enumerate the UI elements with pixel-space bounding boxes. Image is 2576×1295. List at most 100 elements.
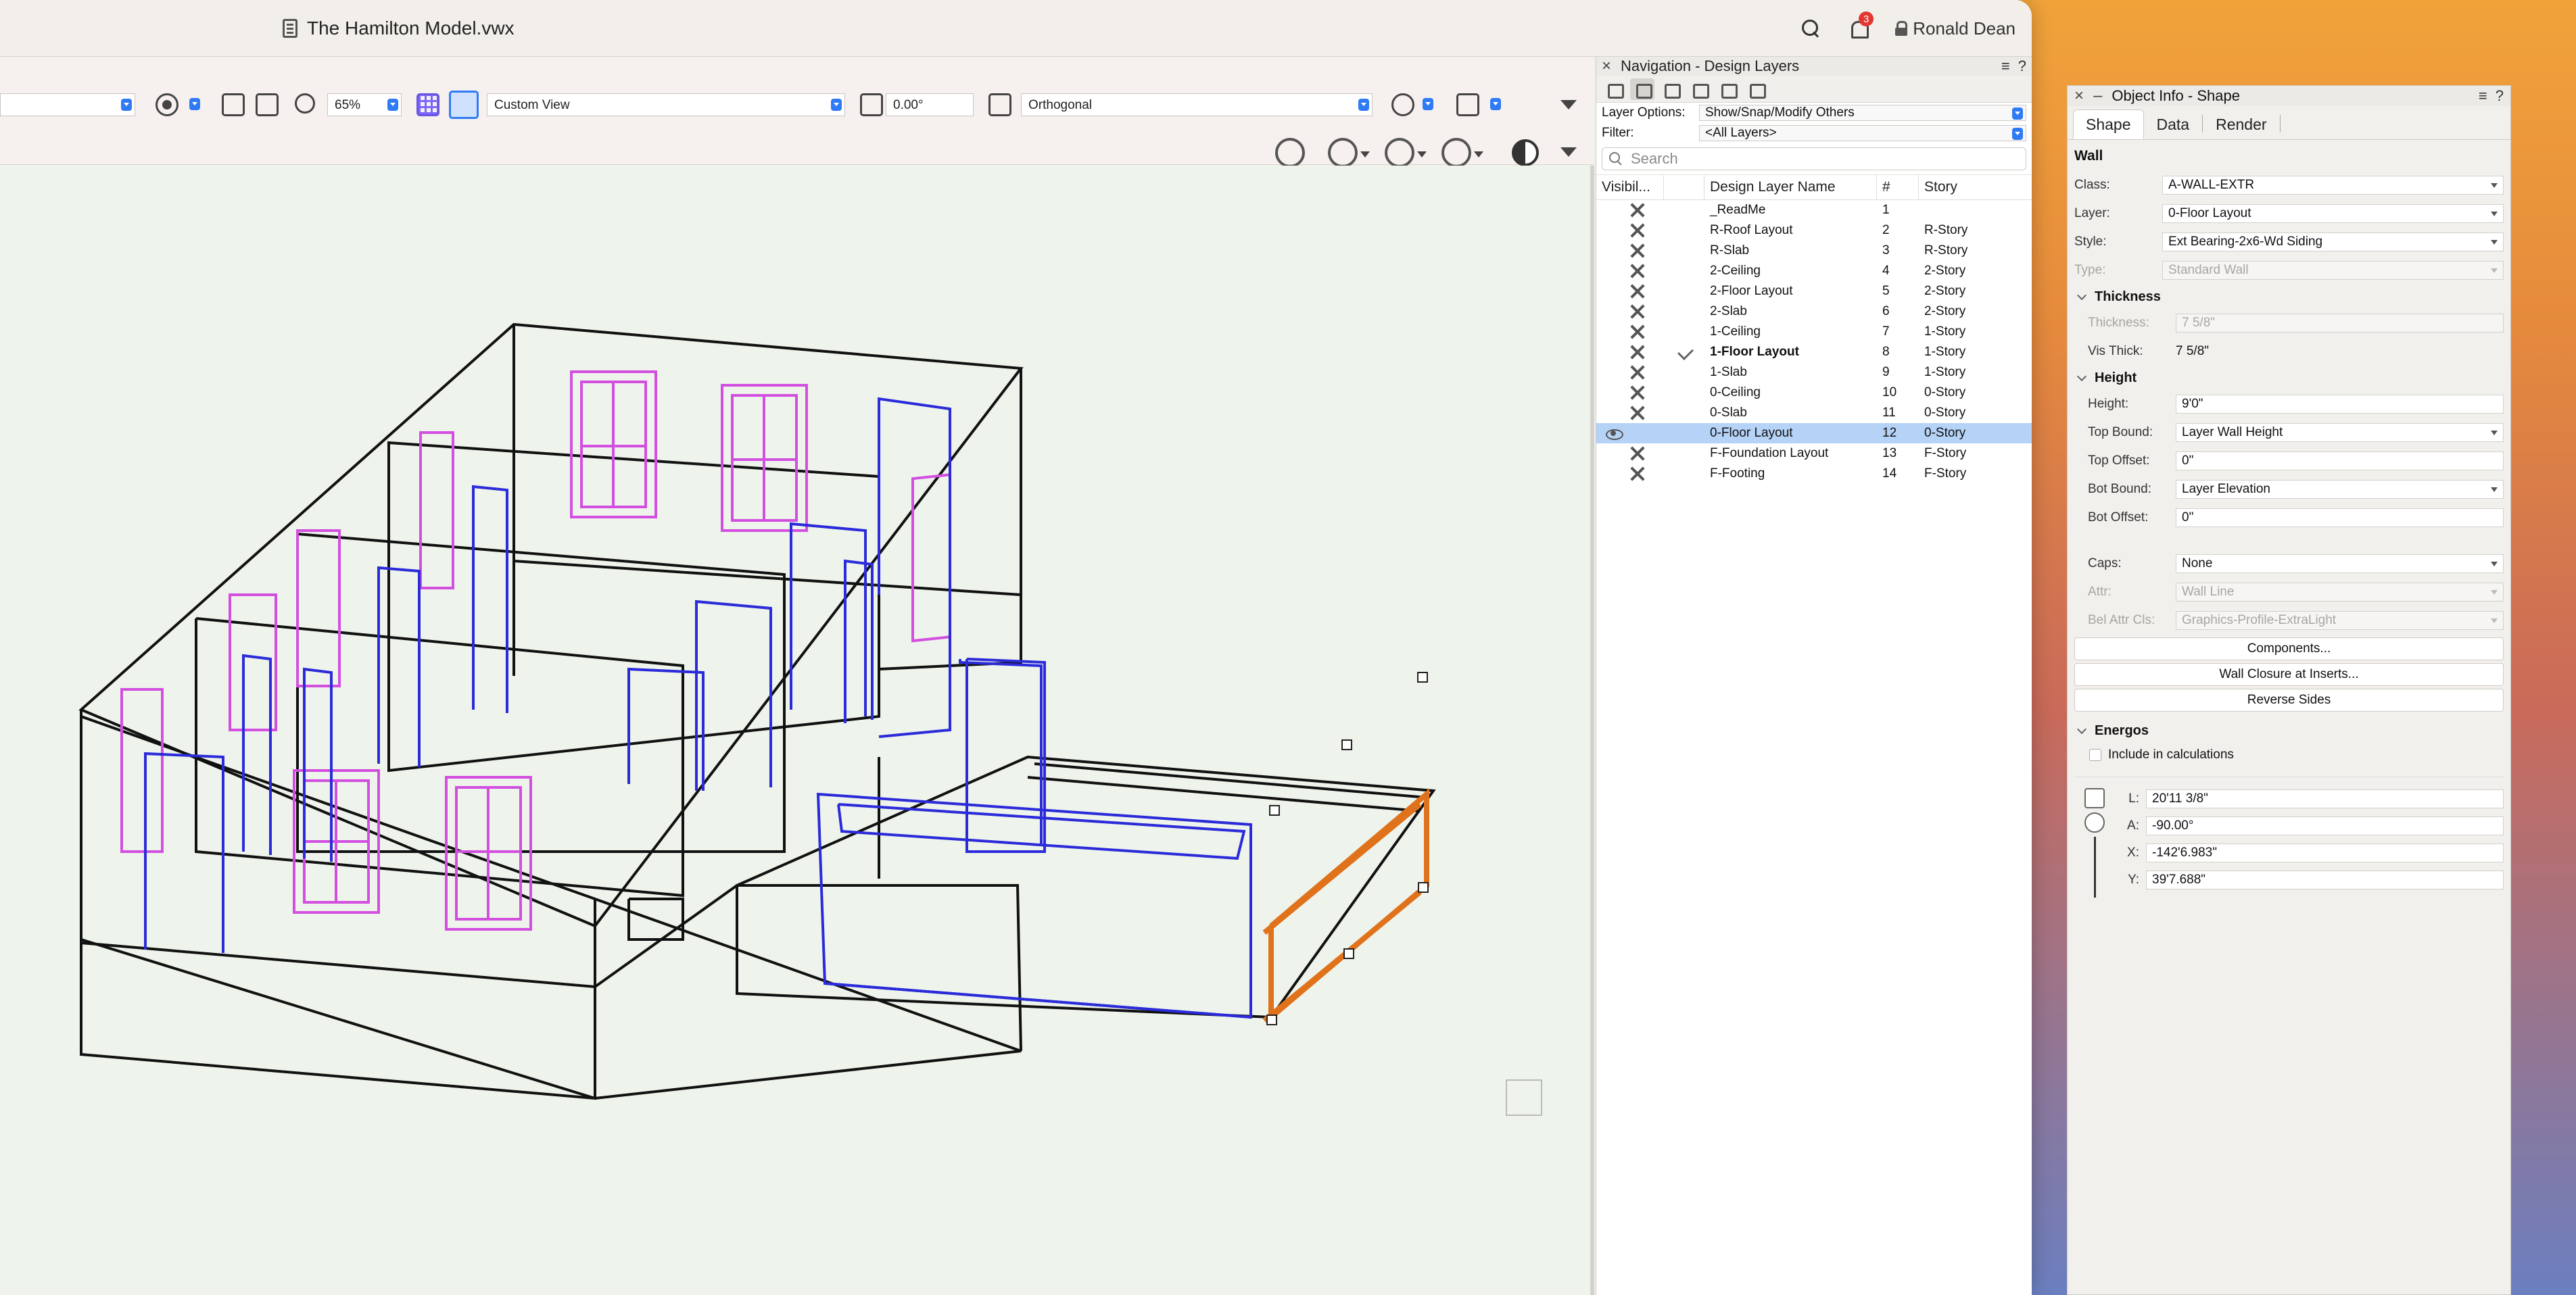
collapse-icon[interactable]: – bbox=[2093, 87, 2102, 105]
bot-offset-field[interactable]: 0" bbox=[2176, 508, 2504, 527]
selected-wall[interactable] bbox=[1262, 788, 1429, 1023]
style-select[interactable]: Ext Bearing-2x6-Wd Siding bbox=[2162, 233, 2504, 251]
visibility-eye-icon[interactable] bbox=[156, 93, 178, 116]
invisible-toggle-icon[interactable] bbox=[1630, 223, 1645, 238]
center-point-icon[interactable] bbox=[2084, 812, 2105, 833]
energos-section[interactable]: Energos bbox=[2074, 718, 2504, 743]
layer-row[interactable]: R-Slab 3 R-Story bbox=[1596, 241, 2032, 261]
rotate-view-icon[interactable] bbox=[860, 93, 883, 116]
close-icon[interactable]: × bbox=[1602, 57, 1611, 76]
zoom-icon[interactable] bbox=[295, 93, 315, 114]
projection-icon[interactable] bbox=[988, 93, 1011, 116]
height-field[interactable]: 9'0" bbox=[2176, 395, 2504, 414]
view-cube-placeholder[interactable] bbox=[1506, 1079, 1542, 1116]
reference-point-icon[interactable] bbox=[2084, 788, 2105, 808]
wall-closure-button[interactable]: Wall Closure at Inserts... bbox=[2074, 663, 2504, 686]
invisible-toggle-icon[interactable] bbox=[1630, 385, 1645, 400]
height-section[interactable]: Height bbox=[2074, 366, 2504, 390]
invisible-toggle-icon[interactable] bbox=[1630, 365, 1645, 380]
reverse-sides-button[interactable]: Reverse Sides bbox=[2074, 689, 2504, 712]
include-calculations-checkbox[interactable] bbox=[2089, 749, 2101, 761]
bot-bound-select[interactable]: Layer Elevation bbox=[2176, 480, 2504, 499]
invisible-toggle-icon[interactable] bbox=[1630, 243, 1645, 258]
visible-eye-icon[interactable] bbox=[1606, 426, 1623, 441]
projection-selector[interactable]: Orthogonal bbox=[1021, 93, 1373, 116]
column-story[interactable]: Story bbox=[1919, 175, 2032, 199]
column-visibility[interactable]: Visibil... bbox=[1596, 175, 1664, 199]
layer-row[interactable]: F-Footing 14 F-Story bbox=[1596, 464, 2032, 484]
y-field[interactable]: 39'7.688" bbox=[2146, 871, 2504, 889]
3d-view-icon[interactable] bbox=[449, 91, 479, 119]
angle-field[interactable]: -90.00° bbox=[2146, 816, 2504, 835]
column-number[interactable]: # bbox=[1877, 175, 1919, 199]
walkthrough-tool-icon[interactable] bbox=[1441, 138, 1471, 168]
tab-data[interactable]: Data bbox=[2144, 109, 2203, 139]
invisible-toggle-icon[interactable] bbox=[1630, 324, 1645, 339]
layer-row[interactable]: 1-Ceiling 7 1-Story bbox=[1596, 322, 2032, 342]
column-layer-name[interactable]: Design Layer Name bbox=[1704, 175, 1877, 199]
layer-row[interactable]: R-Roof Layout 2 R-Story bbox=[1596, 220, 2032, 241]
notification-bell-icon[interactable]: 3 bbox=[1849, 11, 1874, 39]
help-icon[interactable]: ? bbox=[2018, 57, 2026, 75]
tab-viewports[interactable] bbox=[1687, 78, 1711, 100]
invisible-toggle-icon[interactable] bbox=[1630, 284, 1645, 299]
tab-sheet-layers[interactable] bbox=[1659, 78, 1683, 100]
close-icon[interactable]: × bbox=[2074, 87, 2084, 105]
include-calculations-row[interactable]: Include in calculations bbox=[2074, 743, 2504, 767]
panel-splitter[interactable] bbox=[1590, 166, 1594, 1295]
layer-search-input[interactable]: Search bbox=[1602, 147, 2026, 170]
layer-options-select[interactable]: Show/Snap/Modify Others bbox=[1699, 105, 2026, 121]
chevron-down-icon[interactable] bbox=[1417, 151, 1427, 157]
top-bound-select[interactable]: Layer Wall Height bbox=[2176, 423, 2504, 442]
top-offset-field[interactable]: 0" bbox=[2176, 451, 2504, 470]
plan-view-icon[interactable] bbox=[416, 93, 439, 116]
render-dropdown-icon[interactable] bbox=[1423, 98, 1433, 110]
chevron-down-icon[interactable] bbox=[1360, 151, 1370, 157]
invisible-toggle-icon[interactable] bbox=[1630, 304, 1645, 319]
user-account[interactable]: Ronald Dean bbox=[1895, 18, 2016, 39]
isometric-model-drawing[interactable] bbox=[0, 166, 1590, 1295]
tab-references[interactable] bbox=[1744, 78, 1768, 100]
column-active[interactable] bbox=[1664, 175, 1704, 199]
x-field[interactable]: -142'6.983" bbox=[2146, 844, 2504, 862]
layer-row[interactable]: _ReadMe 1 bbox=[1596, 200, 2032, 220]
menu-icon[interactable]: ≡ bbox=[2479, 87, 2487, 105]
filter-select[interactable]: <All Layers> bbox=[1699, 125, 2026, 141]
layer-row[interactable]: 1-Slab 9 1-Story bbox=[1596, 362, 2032, 383]
flyover-tool-icon[interactable] bbox=[1385, 138, 1414, 168]
invisible-toggle-icon[interactable] bbox=[1630, 466, 1645, 481]
invisible-toggle-icon[interactable] bbox=[1630, 345, 1645, 360]
layer-row[interactable]: 2-Slab 6 2-Story bbox=[1596, 301, 2032, 322]
invisible-toggle-icon[interactable] bbox=[1630, 446, 1645, 461]
caps-select[interactable]: None bbox=[2176, 554, 2504, 573]
view-selector[interactable]: Custom View bbox=[487, 93, 845, 116]
help-icon[interactable]: ? bbox=[2496, 87, 2504, 105]
zoom-objects-icon[interactable] bbox=[256, 93, 279, 116]
settings-gear-icon[interactable] bbox=[1328, 138, 1358, 168]
components-button[interactable]: Components... bbox=[2074, 637, 2504, 660]
length-field[interactable]: 20'11 3/8" bbox=[2146, 789, 2504, 808]
layer-row-selected[interactable]: 0-Floor Layout 12 0-Story bbox=[1596, 423, 2032, 443]
tab-shape[interactable]: Shape bbox=[2073, 109, 2144, 139]
tab-saved-views[interactable] bbox=[1715, 78, 1740, 100]
visibility-binoculars-icon[interactable] bbox=[1456, 93, 1479, 116]
viewbar-overflow-icon[interactable] bbox=[1560, 147, 1577, 157]
layer-row[interactable]: 1-Floor Layout 8 1-Story bbox=[1596, 342, 2032, 362]
render-mode-icon[interactable] bbox=[1391, 93, 1414, 116]
class-select[interactable]: A-WALL-EXTR bbox=[2162, 176, 2504, 195]
invisible-toggle-icon[interactable] bbox=[1630, 406, 1645, 420]
layer-row[interactable]: 0-Ceiling 10 0-Story bbox=[1596, 383, 2032, 403]
drawing-canvas[interactable] bbox=[0, 166, 1594, 1295]
layer-row[interactable]: F-Foundation Layout 13 F-Story bbox=[1596, 443, 2032, 464]
selection-handles[interactable] bbox=[1266, 672, 1429, 1025]
binoculars-dropdown-icon[interactable] bbox=[1490, 98, 1501, 110]
tab-render[interactable]: Render bbox=[2203, 109, 2279, 139]
visibility-dropdown-icon[interactable] bbox=[189, 98, 200, 110]
layer-row[interactable]: 2-Ceiling 4 2-Story bbox=[1596, 261, 2032, 281]
search-icon[interactable] bbox=[1800, 18, 1821, 39]
light-tool-icon[interactable] bbox=[1275, 138, 1305, 168]
zoom-level-field[interactable]: 65% bbox=[327, 93, 402, 116]
thickness-section[interactable]: Thickness bbox=[2074, 285, 2504, 309]
invisible-toggle-icon[interactable] bbox=[1630, 203, 1645, 218]
viewbar-overflow-icon[interactable] bbox=[1560, 100, 1577, 109]
